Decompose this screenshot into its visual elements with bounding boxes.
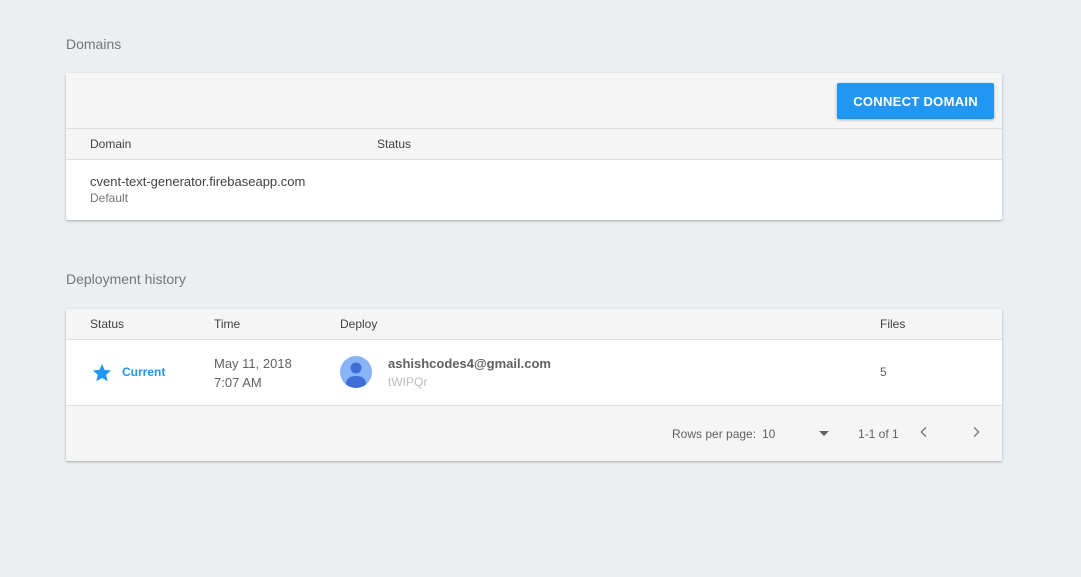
rows-per-page-label: Rows per page: xyxy=(672,427,757,441)
deployment-history-card: Status Time Deploy Files Current May 11,… xyxy=(66,309,1002,461)
deploy-date: May 11, 2018 xyxy=(214,356,292,371)
table-pagination-footer: Rows per page: 10 1-1 of 1 xyxy=(66,406,1002,461)
avatar xyxy=(340,356,372,388)
deploy-time: 7:07 AM xyxy=(214,375,262,390)
domains-card: CONNECT DOMAIN Domain Status cvent-text-… xyxy=(66,73,1002,220)
star-icon xyxy=(92,363,112,382)
deployment-history-section-title: Deployment history xyxy=(66,271,186,287)
deploy-file-count: 5 xyxy=(880,365,887,379)
column-header-status[interactable]: Status xyxy=(377,137,411,151)
deployer-email: ashishcodes4@gmail.com xyxy=(388,356,551,371)
domain-default-label: Default xyxy=(90,191,129,205)
deploy-status-label: Current xyxy=(122,365,166,379)
column-header-deploy[interactable]: Deploy xyxy=(340,317,377,331)
column-header-time[interactable]: Time xyxy=(214,317,240,331)
arrow-drop-down-icon[interactable] xyxy=(819,431,829,436)
column-header-domain[interactable]: Domain xyxy=(90,137,131,151)
person-icon xyxy=(346,362,366,388)
deploy-version-id: tWIPQr xyxy=(388,375,428,389)
table-row[interactable]: Current May 11, 2018 7:07 AM ashishcodes… xyxy=(66,340,1002,406)
pagination-range: 1-1 of 1 xyxy=(858,427,899,441)
column-header-files[interactable]: Files xyxy=(880,317,905,331)
domains-toolbar: CONNECT DOMAIN xyxy=(66,73,1002,129)
column-header-status[interactable]: Status xyxy=(90,317,124,331)
chevron-left-icon[interactable] xyxy=(916,424,932,440)
domains-section-title: Domains xyxy=(66,36,122,52)
domain-name: cvent-text-generator.firebaseapp.com xyxy=(90,174,306,189)
deployments-table-header: Status Time Deploy Files xyxy=(66,309,1002,340)
table-row[interactable]: cvent-text-generator.firebaseapp.com Def… xyxy=(66,160,1002,220)
chevron-right-icon[interactable] xyxy=(968,424,984,440)
rows-per-page-select[interactable]: 10 xyxy=(762,427,775,441)
connect-domain-button[interactable]: CONNECT DOMAIN xyxy=(837,83,994,119)
domains-table-header: Domain Status xyxy=(66,129,1002,160)
